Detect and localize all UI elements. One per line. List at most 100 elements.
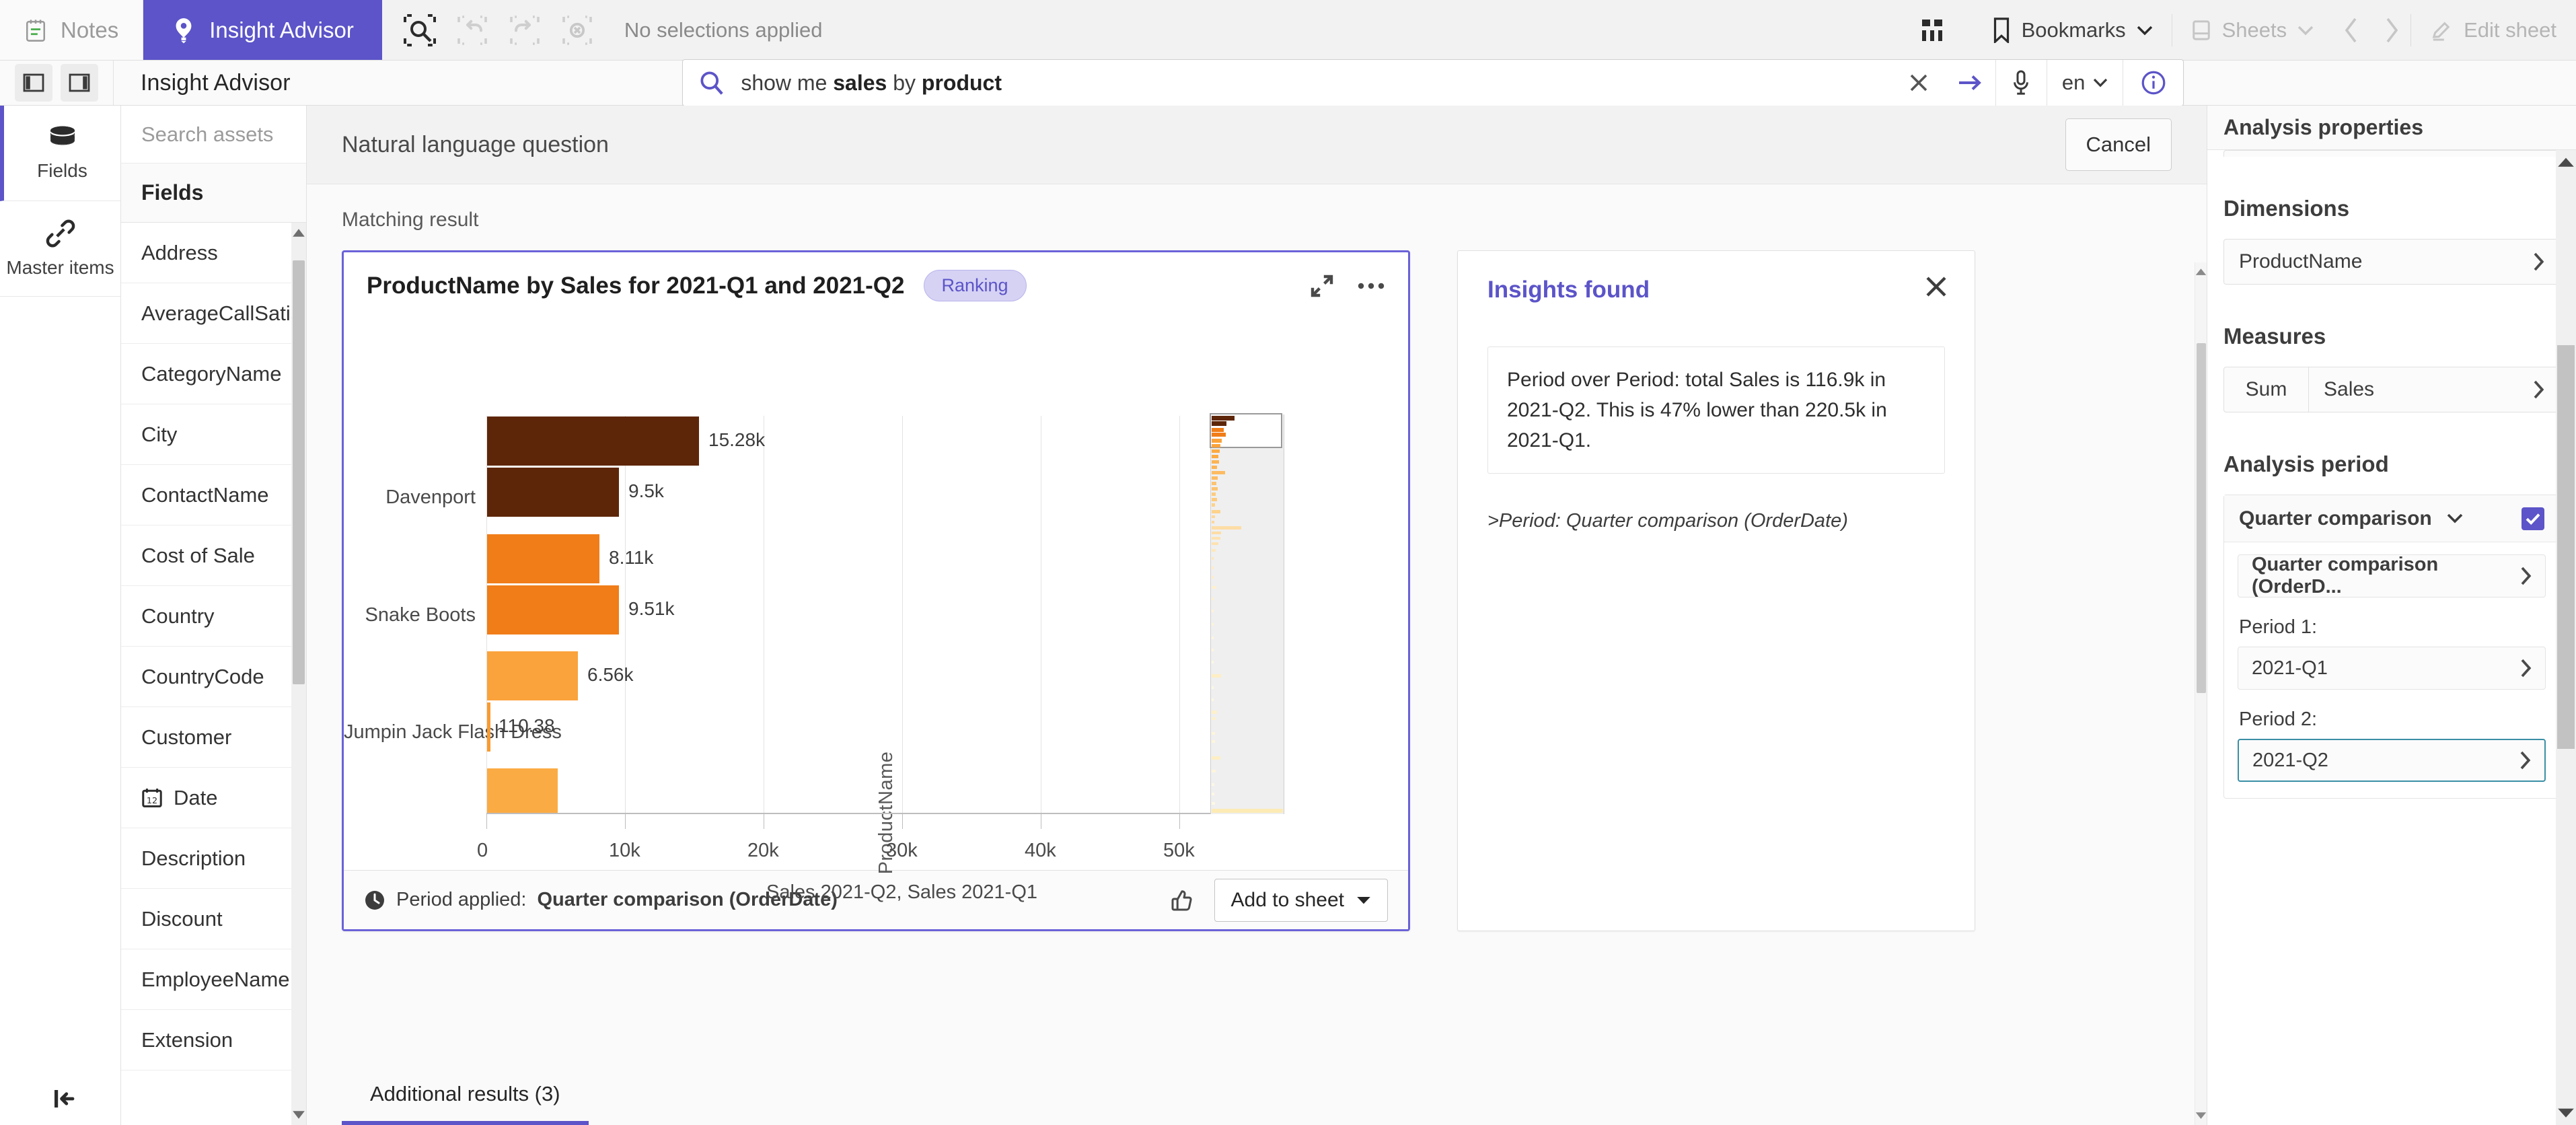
toggle-right-panel-button[interactable]: [61, 64, 98, 102]
language-selector[interactable]: en: [2046, 60, 2123, 106]
search-query-text[interactable]: show me sales by product: [741, 71, 1893, 96]
list-item[interactable]: Customer: [121, 707, 306, 768]
list-item[interactable]: City: [121, 404, 306, 465]
list-item[interactable]: ContactName: [121, 465, 306, 525]
mini-bar: [1212, 526, 1241, 530]
list-item[interactable]: Country: [121, 586, 306, 647]
notes-button[interactable]: Notes: [0, 0, 144, 60]
x-tick-label: 40k: [1025, 840, 1056, 861]
asset-field-list: Address AverageCallSatisfaction Category…: [121, 223, 306, 1125]
scroll-up-icon[interactable]: [2556, 157, 2576, 168]
period2-selector[interactable]: 2021-Q2: [2238, 739, 2546, 782]
chevron-down-icon: [2447, 513, 2463, 523]
period1-selector[interactable]: 2021-Q1: [2238, 647, 2546, 690]
scroll-down-icon[interactable]: [2195, 1112, 2207, 1120]
voice-input-button[interactable]: [1995, 60, 2047, 106]
analysis-properties-header: Analysis properties: [2207, 106, 2576, 150]
close-icon[interactable]: [1925, 275, 1948, 298]
main-scrollbar[interactable]: [2195, 262, 2207, 1125]
toggle-left-panel-button[interactable]: [15, 64, 52, 102]
cancel-button[interactable]: Cancel: [2065, 118, 2172, 171]
list-item[interactable]: Extension: [121, 1010, 306, 1070]
field-label: City: [141, 422, 178, 446]
scroll-down-icon[interactable]: [291, 1110, 306, 1120]
bar-next-partial[interactable]: [487, 768, 558, 813]
list-item[interactable]: EmployeeName: [121, 949, 306, 1010]
submit-search-button[interactable]: [1944, 60, 1995, 106]
bookmarks-menu[interactable]: Bookmarks: [1973, 0, 2172, 60]
tick-mark: [1179, 813, 1180, 829]
rail-item-master-items[interactable]: Master items: [0, 201, 120, 297]
collapse-panel-button[interactable]: [0, 1087, 120, 1110]
list-item[interactable]: Address: [121, 223, 306, 283]
field-label: Extension: [141, 1027, 233, 1052]
page-title: Insight Advisor: [141, 69, 291, 96]
mini-bar: [1212, 439, 1222, 443]
period-enabled-checkbox[interactable]: [2522, 507, 2544, 530]
scrollbar-thumb[interactable]: [293, 260, 305, 684]
scroll-down-icon[interactable]: [2556, 1108, 2576, 1118]
list-item[interactable]: Discount: [121, 889, 306, 949]
selections-tool-button[interactable]: [402, 13, 437, 48]
scrollbar-thumb[interactable]: [2557, 345, 2575, 749]
matching-result-label: Matching result: [342, 209, 479, 231]
measure-item-sales[interactable]: Sum Sales: [2223, 367, 2560, 412]
scrollbar-thumb[interactable]: [2197, 343, 2206, 693]
prev-sheet-button[interactable]: [2332, 0, 2371, 60]
bar-snakeboots-q1[interactable]: [487, 585, 619, 634]
mini-bar: [1212, 421, 1226, 426]
chart-mini-navigator[interactable]: [1210, 413, 1284, 814]
measure-aggregation[interactable]: Sum: [2224, 367, 2309, 412]
properties-scrollbar[interactable]: [2556, 150, 2576, 1125]
next-sheet-button[interactable]: [2371, 0, 2411, 60]
measure-field[interactable]: Sales: [2309, 367, 2559, 412]
info-button[interactable]: [2123, 60, 2183, 106]
edit-sheet-button[interactable]: Edit sheet: [2411, 0, 2575, 60]
tick-mark: [486, 813, 487, 829]
analysis-period-type-select[interactable]: Quarter comparison: [2224, 495, 2559, 542]
bar-value-label: 110.38: [499, 715, 555, 736]
period2-label: Period 2:: [2239, 709, 2318, 730]
mini-bar: [1212, 476, 1218, 480]
top-right-tools: Bookmarks Sheets Edit sheet: [1897, 0, 2576, 60]
insight-advisor-tab[interactable]: Insight Advisor: [143, 0, 382, 60]
clear-search-button[interactable]: [1893, 60, 1944, 106]
chart-card[interactable]: ProductName by Sales for 2021-Q1 and 202…: [342, 250, 1410, 931]
chart-plot-area[interactable]: ProductName Davenport Snake Boots Jumpin…: [344, 301, 1408, 903]
add-to-sheet-button[interactable]: Add to sheet: [1214, 878, 1388, 922]
more-options-icon[interactable]: [1357, 281, 1385, 291]
bar-snakeboots-q2[interactable]: [487, 534, 599, 583]
bar-jumpinjack-q1[interactable]: [487, 702, 490, 752]
list-item[interactable]: 12 Date: [121, 768, 306, 828]
expand-icon[interactable]: [1310, 274, 1334, 298]
dimension-item-productname[interactable]: ProductName: [2223, 239, 2560, 285]
period-field-selector[interactable]: Quarter comparison (OrderD...: [2238, 554, 2546, 597]
sheets-menu[interactable]: Sheets: [2172, 0, 2333, 60]
mini-bar: [1212, 542, 1218, 545]
nlq-bar: Natural language question Cancel: [307, 106, 2207, 184]
bar-davenport-q1[interactable]: [487, 468, 619, 517]
field-label: Country: [141, 604, 215, 628]
list-item[interactable]: Description: [121, 828, 306, 889]
list-item[interactable]: CountryCode: [121, 647, 306, 707]
chevron-down-icon: [1356, 896, 1371, 905]
step-forward-button[interactable]: [507, 13, 542, 48]
feedback-thumb-icon[interactable]: [1167, 887, 1194, 914]
list-item[interactable]: Cost of Sale: [121, 525, 306, 586]
tab-additional-results[interactable]: Additional results (3): [342, 1082, 589, 1125]
search-icon: [683, 70, 741, 96]
asset-search-input[interactable]: Search assets: [121, 106, 306, 164]
scroll-up-icon[interactable]: [2195, 268, 2207, 276]
bar-value-label: 15.28k: [708, 429, 766, 450]
bar-jumpinjack-q2[interactable]: [487, 651, 578, 700]
assets-scrollbar[interactable]: [291, 223, 306, 1125]
list-item[interactable]: AverageCallSatisfaction: [121, 283, 306, 344]
search-input[interactable]: show me sales by product en: [682, 59, 2184, 106]
scroll-up-icon[interactable]: [291, 228, 306, 238]
bar-davenport-q2[interactable]: [487, 416, 699, 466]
step-back-button[interactable]: [455, 13, 490, 48]
app-grid-button[interactable]: [1898, 15, 1973, 45]
rail-item-fields[interactable]: Fields: [0, 106, 120, 201]
clear-selections-button[interactable]: [560, 13, 595, 48]
list-item[interactable]: CategoryName: [121, 344, 306, 404]
